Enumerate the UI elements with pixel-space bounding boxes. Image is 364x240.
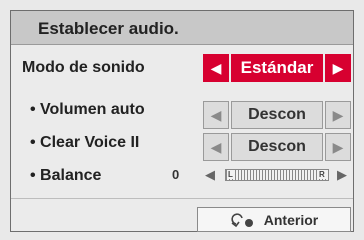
left-arrow-icon: ◀ xyxy=(210,138,222,155)
sound-mode-prev-button[interactable]: ◀ xyxy=(203,54,229,82)
back-button[interactable]: Anterior xyxy=(197,207,351,232)
sound-mode-selector[interactable]: ◀ Estándar ▶ xyxy=(203,54,351,82)
sound-mode-label: Modo de sonido xyxy=(22,59,145,76)
balance-value: 0 xyxy=(172,167,180,182)
menu-header: Establecer audio. xyxy=(11,11,353,45)
clear-voice-selector[interactable]: ◀ Descon ▶ xyxy=(203,133,351,161)
balance-right-letter: R xyxy=(318,170,326,179)
balance-slider[interactable] xyxy=(225,169,329,181)
auto-volume-value: Descon xyxy=(231,101,323,129)
auto-volume-prev-button[interactable]: ◀ xyxy=(203,101,229,129)
balance-left-letter: L xyxy=(227,170,234,179)
auto-volume-selector[interactable]: ◀ Descon ▶ xyxy=(203,101,351,129)
sound-mode-next-button[interactable]: ▶ xyxy=(325,54,351,82)
left-arrow-icon: ◀ xyxy=(210,59,222,76)
clear-voice-value: Descon xyxy=(231,133,323,161)
back-label: Anterior xyxy=(263,211,319,228)
right-arrow-icon: ▶ xyxy=(332,106,344,123)
balance-left-arrow-icon[interactable]: ◀ xyxy=(205,167,215,183)
auto-volume-next-button[interactable]: ▶ xyxy=(325,101,351,129)
sound-mode-value: Estándar xyxy=(231,54,323,82)
footer-divider xyxy=(11,198,353,199)
clear-voice-label: • Clear Voice II xyxy=(30,134,140,151)
right-arrow-icon: ▶ xyxy=(332,138,344,155)
balance-right-arrow-icon[interactable]: ▶ xyxy=(337,167,347,183)
right-arrow-icon: ▶ xyxy=(332,59,344,76)
return-icon xyxy=(231,212,253,227)
clear-voice-next-button[interactable]: ▶ xyxy=(325,133,351,161)
left-arrow-icon: ◀ xyxy=(210,106,222,123)
menu-title: Establecer audio. xyxy=(38,19,179,38)
balance-label: • Balance xyxy=(30,167,102,184)
clear-voice-prev-button[interactable]: ◀ xyxy=(203,133,229,161)
auto-volume-label: • Volumen auto xyxy=(30,101,145,118)
